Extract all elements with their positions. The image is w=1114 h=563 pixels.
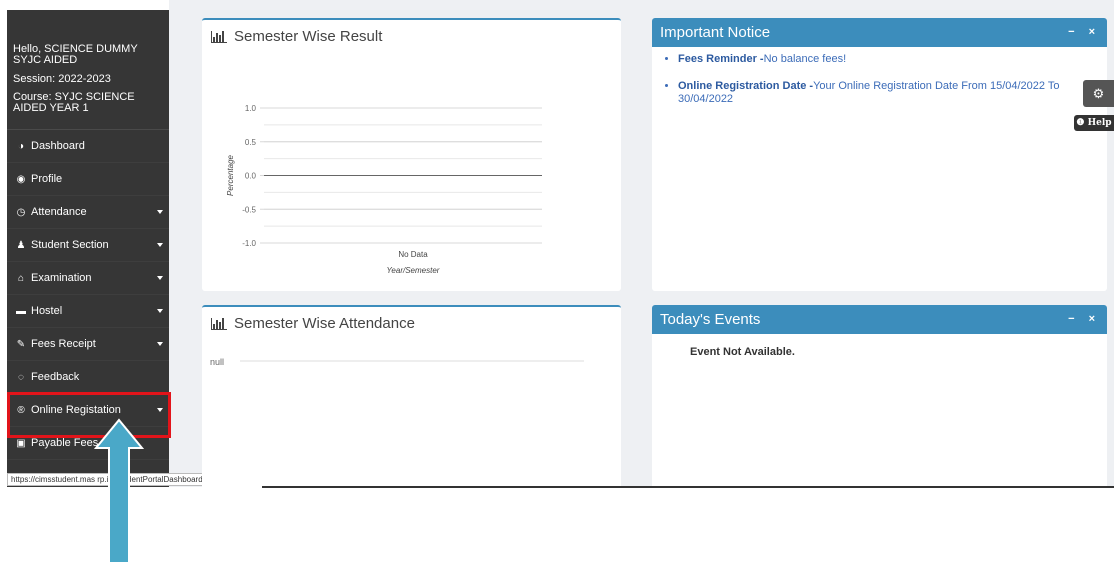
panel-title: Semester Wise Attendance xyxy=(211,315,415,332)
notice-heading: Online Registration Date - xyxy=(678,80,814,92)
session-label: Session: 2022-2023 xyxy=(13,73,111,85)
close-button[interactable]: × xyxy=(1089,26,1095,38)
sidebar-item-profile[interactable]: ◉ Profile xyxy=(7,163,169,196)
important-notice-panel: Important Notice − × Fees Reminder -No b… xyxy=(652,18,1107,291)
user-circle-icon: ◉ xyxy=(16,173,26,185)
sidebar-item-student-section[interactable]: ♟ Student Section xyxy=(7,229,169,262)
notice-item[interactable]: Online Registration Date -Your Online Re… xyxy=(678,80,1107,106)
sidebar-item-fees-receipt[interactable]: ✎ Fees Receipt xyxy=(7,328,169,361)
sidebar-item-feedback[interactable]: ◌ Feedback xyxy=(7,361,169,394)
user-greeting: Hello, SCIENCE DUMMY SYJC AIDED xyxy=(13,43,138,66)
money-icon: ▣ xyxy=(16,437,26,449)
sidebar-item-dashboard[interactable]: ◑ Dashboard xyxy=(7,130,169,163)
semester-attendance-chart: null xyxy=(210,357,584,367)
semester-attendance-title: Semester Wise Attendance xyxy=(234,315,415,332)
caret-down-icon xyxy=(157,342,163,346)
user-info: Hello, SCIENCE DUMMY SYJC AIDED Session:… xyxy=(7,10,169,114)
y-tick-label: -0.5 xyxy=(242,205,256,214)
highlight-box xyxy=(7,392,171,438)
notice-item[interactable]: Fees Reminder -No balance fees! xyxy=(678,53,1107,66)
sidebar-item-label: Hostel xyxy=(31,305,63,317)
pencil-icon: ✎ xyxy=(16,338,26,350)
null-label: null xyxy=(210,357,224,367)
notice-heading: Fees Reminder - xyxy=(678,53,764,65)
sidebar-item-examination[interactable]: ⌂ Examination xyxy=(7,262,169,295)
arrow-up-icon xyxy=(94,418,144,563)
caret-down-icon xyxy=(157,243,163,247)
sidebar-item-attendance[interactable]: ◷ Attendance xyxy=(7,196,169,229)
minimize-button[interactable]: − xyxy=(1068,313,1074,325)
events-title: Today's Events xyxy=(660,311,761,328)
sidebar-item-label: Student Section xyxy=(31,239,109,251)
sidebar-item-label: Payable Fees xyxy=(31,437,99,449)
user-icon: ♟ xyxy=(16,239,26,251)
y-tick-label: -1.0 xyxy=(242,239,256,248)
semester-attendance-panel: Semester Wise Attendance null xyxy=(202,305,621,490)
events-header: Today's Events − × xyxy=(652,305,1107,334)
notice-header: Important Notice − × xyxy=(652,18,1107,47)
sidebar-item-label: Attendance xyxy=(31,206,87,218)
clock-icon: ◷ xyxy=(16,206,26,218)
help-button[interactable]: ❶ Help xyxy=(1074,115,1114,131)
gear-icon[interactable]: ⚙ xyxy=(1083,80,1114,107)
bed-icon: ▬ xyxy=(16,305,26,317)
caret-down-icon xyxy=(157,210,163,214)
todays-events-panel: Today's Events − × Event Not Available. xyxy=(652,305,1107,490)
notice-list: Fees Reminder -No balance fees! Online R… xyxy=(652,47,1107,106)
course-label: Course: SYJC SCIENCE AIDED YEAR 1 xyxy=(13,91,135,114)
minimize-button[interactable]: − xyxy=(1068,26,1074,38)
sidebar-item-hostel[interactable]: ▬ Hostel xyxy=(7,295,169,328)
y-axis-label: Percentage xyxy=(226,154,235,195)
y-tick-label: 0.5 xyxy=(245,138,257,147)
sidebar-item-label: Examination xyxy=(31,272,92,284)
sidebar-item-label: Feedback xyxy=(31,371,80,383)
sidebar-item-label: Fees Receipt xyxy=(31,338,96,350)
x-axis-label: Year/Semester xyxy=(387,266,440,275)
dashboard-icon: ◑ xyxy=(17,140,25,152)
close-button[interactable]: × xyxy=(1089,313,1095,325)
caret-down-icon xyxy=(157,309,163,313)
caret-down-icon xyxy=(157,276,163,280)
semester-result-panel: Semester Wise Result 1.0 0.5 0.0 -0.5 -1.0 No… xyxy=(202,18,621,291)
y-tick-label: 0.0 xyxy=(245,172,257,181)
sidebar-item-label: Dashboard xyxy=(31,140,85,152)
comment-icon: ◌ xyxy=(18,371,24,383)
divider xyxy=(262,486,1114,488)
semester-result-chart: 1.0 0.5 0.0 -0.5 -1.0 No Data Year/Semester Per… xyxy=(226,104,542,275)
no-events-text: Event Not Available. xyxy=(690,346,795,358)
institution-icon: ⌂ xyxy=(17,272,25,284)
y-tick-label: 1.0 xyxy=(245,104,257,113)
notice-text: No balance fees! xyxy=(763,53,847,65)
x-tick-label: No Data xyxy=(398,250,428,259)
bar-chart-icon xyxy=(211,317,227,330)
sidebar-item-label: Profile xyxy=(31,173,63,185)
notice-title: Important Notice xyxy=(660,24,771,41)
